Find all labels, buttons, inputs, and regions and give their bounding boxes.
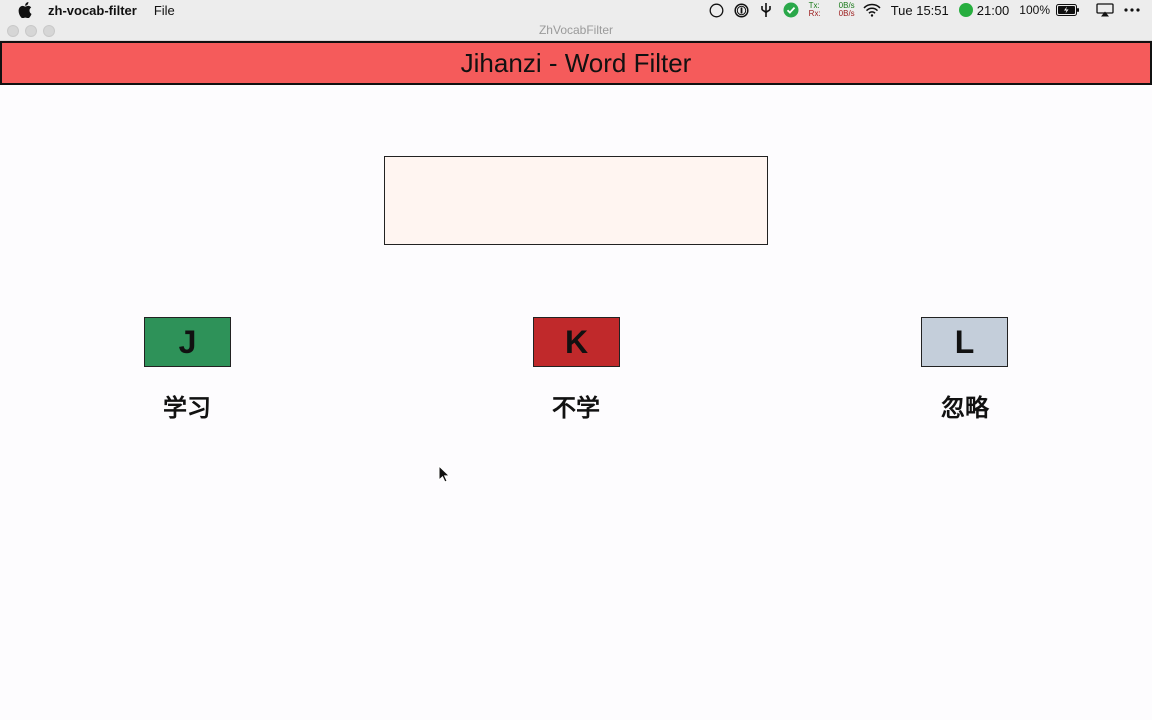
app-header: Jihanzi - Word Filter bbox=[0, 41, 1152, 85]
word-display bbox=[384, 156, 768, 245]
check-status-icon[interactable] bbox=[783, 2, 799, 18]
ignore-button[interactable]: L bbox=[921, 317, 1008, 367]
clock[interactable]: Tue 15:51 bbox=[891, 3, 949, 18]
battery-percent: 100% bbox=[1019, 3, 1050, 17]
app-menu-name[interactable]: zh-vocab-filter bbox=[48, 3, 137, 18]
battery-icon bbox=[1056, 4, 1080, 16]
window-title: ZhVocabFilter bbox=[538, 23, 614, 37]
timer-dot-icon bbox=[958, 3, 973, 17]
apple-icon[interactable] bbox=[18, 2, 34, 18]
wifi-icon[interactable] bbox=[863, 3, 881, 17]
net-rx-value: 0B/s bbox=[838, 9, 855, 18]
status-area: Tx: 0B/s Rx: 0B/s Tue 15:51 21:00 100% bbox=[709, 0, 1152, 20]
battery-status[interactable]: 100% bbox=[1019, 3, 1050, 17]
timer-status[interactable]: 21:00 bbox=[958, 2, 1010, 18]
skip-label: 不学 bbox=[552, 393, 600, 422]
more-icon[interactable] bbox=[1124, 8, 1140, 12]
menu-file[interactable]: File bbox=[154, 3, 175, 18]
circle-status-icon[interactable] bbox=[709, 3, 724, 18]
onepassword-icon[interactable] bbox=[734, 2, 749, 18]
timer-value: 21:00 bbox=[976, 2, 1010, 18]
page-title: Jihanzi - Word Filter bbox=[460, 47, 692, 78]
fork-icon[interactable] bbox=[759, 2, 773, 18]
ignore-label: 忽略 bbox=[941, 393, 989, 422]
menu-bar: zh-vocab-filter File Tx: 0B/s Rx: 0B/s Tue… bbox=[0, 0, 1152, 20]
learn-button[interactable]: J bbox=[144, 317, 231, 367]
airplay-icon[interactable] bbox=[1096, 3, 1114, 17]
network-monitor[interactable]: Tx: 0B/s Rx: 0B/s bbox=[809, 2, 855, 18]
window-titlebar[interactable]: ZhVocabFilter bbox=[0, 20, 1152, 41]
mouse-cursor-icon bbox=[438, 465, 450, 483]
net-rx-label: Rx: bbox=[808, 9, 821, 18]
learn-label: 学习 bbox=[163, 393, 211, 422]
skip-button[interactable]: K bbox=[533, 317, 620, 367]
